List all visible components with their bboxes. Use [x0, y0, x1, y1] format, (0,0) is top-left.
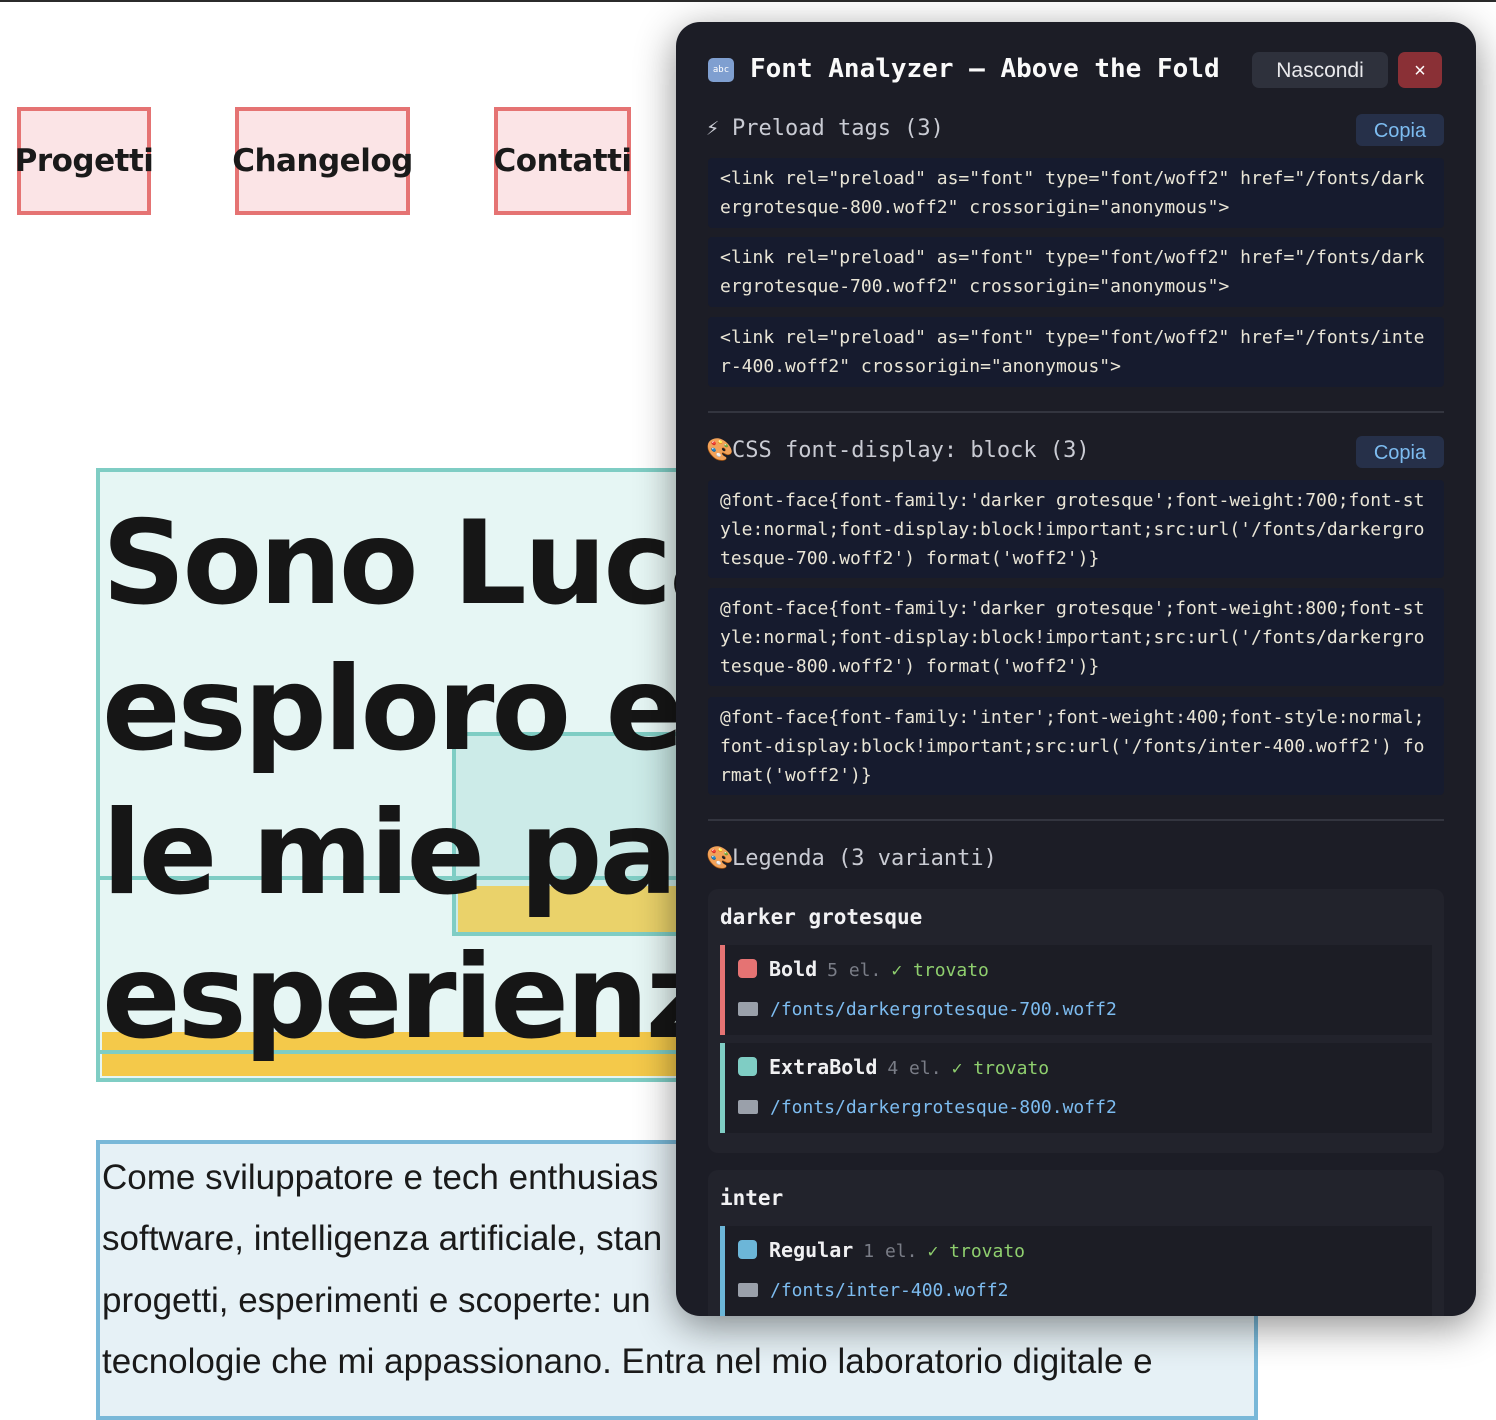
- font-variant: Bold 5 el. ✓ trovato /fonts/darkergrotesqu…: [720, 945, 1432, 1035]
- font-analyzer-panel: abc Font Analyzer — Above the Fold Nasco…: [676, 22, 1476, 1316]
- font-file-path: /fonts/darkergrotesque-700.woff2: [770, 999, 1117, 1020]
- variant-name: Bold: [769, 957, 818, 981]
- status-found: ✓ trovato: [891, 960, 989, 981]
- code-line: r-400.woff2" crossorigin="anonymous">: [720, 356, 1121, 377]
- legend-group: inter Regular 1 el. ✓ trovato /fonts/inter…: [708, 1170, 1444, 1316]
- nav-link-progetti[interactable]: Progetti: [15, 107, 154, 215]
- element-count: 4 el.: [887, 1058, 942, 1079]
- code-line: <link rel="preload" as="font" type="font…: [720, 168, 1425, 189]
- legend-title-text: Legenda (3 varianti): [732, 846, 997, 871]
- paragraph-line: Come sviluppatore e tech enthusias: [102, 1158, 659, 1197]
- folder-icon: [738, 1283, 758, 1297]
- paragraph-line: software, intelligenza artificiale, stan: [102, 1219, 663, 1258]
- palette-icon: 🎨: [706, 438, 734, 463]
- paragraph-line: progetti, esperimenti e scoperte: un: [102, 1281, 651, 1320]
- panel-title: Font Analyzer — Above the Fold: [750, 54, 1220, 84]
- code-line: yle:normal;font-display:block!important;…: [720, 519, 1425, 540]
- css-rule: @font-face{font-family:'darker grotesque…: [708, 480, 1444, 578]
- variant-path-row: /fonts/inter-400.woff2: [738, 1280, 1008, 1301]
- variant-summary: Regular 1 el. ✓ trovato: [738, 1238, 1025, 1262]
- hide-button[interactable]: Nascondi: [1252, 52, 1388, 88]
- css-title-text: CSS font-display: block (3): [732, 438, 1090, 463]
- font-variant: Regular 1 el. ✓ trovato /fonts/inter-400.w…: [720, 1226, 1432, 1316]
- nav-link-changelog[interactable]: Changelog: [232, 107, 413, 215]
- panel-header: abc Font Analyzer — Above the Fold Nasco…: [706, 52, 1446, 92]
- copy-preload-button[interactable]: Copia: [1356, 114, 1444, 146]
- preload-section-title: ⚡ Preload tags (3): [706, 116, 944, 141]
- variant-name: ExtraBold: [769, 1055, 878, 1079]
- hero-line: Sono Luca: [102, 496, 747, 631]
- code-line: @font-face{font-family:'darker grotesque…: [720, 490, 1425, 511]
- element-count: 5 el.: [827, 960, 882, 981]
- code-line: @font-face{font-family:'darker grotesque…: [720, 598, 1425, 619]
- variant-color-bar: [720, 945, 725, 1035]
- font-file-path: /fonts/darkergrotesque-800.woff2: [770, 1097, 1117, 1118]
- variant-path-row: /fonts/darkergrotesque-700.woff2: [738, 999, 1117, 1020]
- preload-tag: <link rel="preload" as="font" type="font…: [708, 237, 1444, 307]
- code-line: font-display:block!important;src:url('/f…: [720, 736, 1425, 757]
- status-found: ✓ trovato: [927, 1241, 1026, 1262]
- palette-icon: 🎨: [706, 846, 734, 871]
- code-line: <link rel="preload" as="font" type="font…: [720, 247, 1425, 268]
- status-found: ✓ trovato: [951, 1058, 1050, 1079]
- color-swatch: [738, 959, 757, 978]
- variant-color-bar: [720, 1043, 725, 1133]
- font-family-name: darker grotesque: [720, 905, 923, 929]
- section-divider: [708, 411, 1444, 413]
- nav-link-contatti[interactable]: Contatti: [493, 107, 632, 215]
- code-line: @font-face{font-family:'inter';font-weig…: [720, 707, 1425, 728]
- variant-summary: Bold 5 el. ✓ trovato: [738, 957, 989, 981]
- code-line: ergrotesque-700.woff2" crossorigin="anon…: [720, 276, 1230, 297]
- preload-tag: <link rel="preload" as="font" type="font…: [708, 317, 1444, 387]
- code-line: tesque-800.woff2') format('woff2')}: [720, 656, 1100, 677]
- css-section-title: 🎨CSS font-display: block (3): [706, 438, 1090, 463]
- element-count: 1 el.: [863, 1241, 918, 1262]
- font-variant: ExtraBold 4 el. ✓ trovato /fonts/darkergro…: [720, 1043, 1432, 1133]
- preload-tag: <link rel="preload" as="font" type="font…: [708, 158, 1444, 228]
- copy-css-button[interactable]: Copia: [1356, 436, 1444, 468]
- lightning-icon: ⚡: [706, 116, 720, 141]
- folder-icon: [738, 1002, 758, 1016]
- color-swatch: [738, 1057, 757, 1076]
- close-button[interactable]: ×: [1398, 52, 1442, 88]
- section-divider: [708, 819, 1444, 821]
- legend-section-title: 🎨Legenda (3 varianti): [706, 846, 997, 871]
- code-line: yle:normal;font-display:block!important;…: [720, 627, 1425, 648]
- font-file-path: /fonts/inter-400.woff2: [770, 1280, 1009, 1301]
- font-family-name: inter: [720, 1186, 784, 1210]
- legend-group: darker grotesque Bold 5 el. ✓ trovato /fon…: [708, 889, 1444, 1153]
- preload-title-text: Preload tags (3): [732, 116, 944, 141]
- variant-summary: ExtraBold 4 el. ✓ trovato: [738, 1055, 1049, 1079]
- top-border: [0, 0, 1496, 2]
- code-line: ergrotesque-800.woff2" crossorigin="anon…: [720, 197, 1230, 218]
- variant-name: Regular: [769, 1238, 854, 1262]
- variant-color-bar: [720, 1226, 725, 1316]
- code-line: tesque-700.woff2') format('woff2')}: [720, 548, 1100, 569]
- css-rule: @font-face{font-family:'inter';font-weig…: [708, 697, 1444, 795]
- variant-path-row: /fonts/darkergrotesque-800.woff2: [738, 1097, 1117, 1118]
- css-rule: @font-face{font-family:'darker grotesque…: [708, 588, 1444, 686]
- code-line: <link rel="preload" as="font" type="font…: [720, 327, 1425, 348]
- code-line: rmat('woff2')}: [720, 765, 872, 786]
- font-analyzer-icon: abc: [708, 58, 734, 82]
- folder-icon: [738, 1100, 758, 1114]
- color-swatch: [738, 1240, 757, 1259]
- paragraph-line: tecnologie che mi appassionano. Entra ne…: [102, 1342, 1153, 1381]
